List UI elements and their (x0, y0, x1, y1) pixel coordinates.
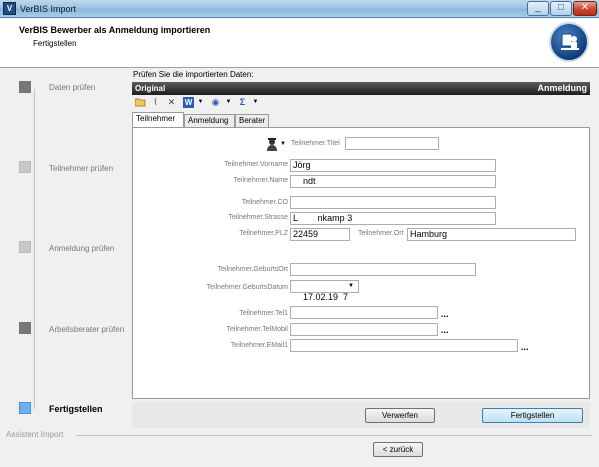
original-section-bar: Original Anmeldung (132, 82, 590, 95)
wizard-header: VerBIS Bewerber als Anmeldung importiere… (0, 19, 599, 68)
gender-selector[interactable]: ▼ (266, 138, 288, 152)
geburtsdatum-value: 17.02.19 7 (303, 292, 349, 302)
strasse-label: Teilnehmer.Strasse (228, 214, 288, 221)
name-field[interactable]: ndt (290, 175, 496, 188)
tel1-field[interactable] (290, 306, 438, 319)
geburtsort-field[interactable] (290, 263, 476, 276)
titel-field[interactable] (345, 137, 439, 150)
telmobil-more-button[interactable]: ... (441, 325, 449, 335)
header-subtitle: Fertigstellen (33, 39, 77, 48)
app-icon: V (3, 2, 16, 15)
close-button[interactable]: ✕ (573, 1, 597, 16)
folder-open-icon[interactable] (134, 97, 146, 108)
discard-button[interactable]: Verwerfen (365, 408, 435, 423)
header-title: VerBIS Bewerber als Anmeldung importiere… (19, 25, 211, 35)
minimize-button[interactable]: _ (527, 1, 549, 16)
word-icon[interactable]: W (183, 97, 194, 108)
maximize-button[interactable]: □ (550, 1, 572, 16)
email1-field[interactable] (290, 339, 518, 352)
toolbar: ⌇ ✕ W ▼ ◉ ▼ Σ ▼ (132, 96, 590, 110)
geburtsdatum-field[interactable]: 17.02.19 7 ▼ (290, 280, 359, 302)
finish-button[interactable]: Fertigstellen (482, 408, 583, 423)
vorname-field[interactable]: Jörg (290, 159, 496, 172)
step-marker-2 (19, 161, 31, 173)
paperclip-icon[interactable]: ⌇ (150, 97, 161, 108)
step-label-anmeldung: Anmeldung prüfen (49, 244, 115, 253)
tab-anmeldung[interactable]: Anmeldung (184, 114, 235, 127)
ort-field[interactable]: Hamburg (407, 228, 576, 241)
original-label: Original (135, 84, 166, 93)
person-at-desk-icon (549, 22, 589, 62)
name-label: Teilnehmer.Name (233, 177, 288, 184)
step-navigator: Daten prüfen Teilnehmer prüfen Anmeldung… (0, 69, 128, 429)
date-dropdown-icon[interactable]: ▼ (348, 281, 354, 292)
tab-teilnehmer[interactable]: Teilnehmer (132, 112, 184, 128)
globe-dropdown-icon[interactable]: ▼ (223, 97, 234, 108)
person-icon (267, 138, 277, 151)
assistant-group-label: Assistent Import (6, 430, 64, 439)
action-bar: Verwerfen Fertigstellen (132, 402, 590, 428)
geburtsdatum-label: Teilnehmer.GeburtsDatum (206, 284, 288, 291)
vorname-label: Teilnehmer.Vorname (224, 161, 288, 168)
step-marker-4 (19, 322, 31, 334)
telmobil-label: Teilnehmer.TelMobil (226, 326, 288, 333)
divider (76, 435, 592, 436)
telmobil-field[interactable] (290, 323, 438, 336)
step-label-daten: Daten prüfen (49, 83, 96, 92)
ort-label: Teilnehmer.Ort (358, 230, 404, 237)
step-connector-line (33, 89, 35, 409)
back-button[interactable]: < zurück (373, 442, 423, 457)
tel1-more-button[interactable]: ... (441, 309, 449, 319)
teilnehmer-form: ▼ Teilnehmer.Titel Teilnehmer.Vorname Jö… (132, 127, 590, 399)
plz-field[interactable]: 22459 (290, 228, 350, 241)
step-marker-1 (19, 81, 31, 93)
email1-more-button[interactable]: ... (521, 342, 529, 352)
step-label-teilnehmer: Teilnehmer prüfen (49, 164, 114, 173)
globe-icon[interactable]: ◉ (210, 97, 221, 108)
step-marker-3 (19, 241, 31, 253)
co-label: Teilnehmer.CO (241, 199, 288, 206)
main-heading: Prüfen Sie die importierten Daten: (133, 70, 254, 79)
strasse-field[interactable]: L nkamp 3 (290, 212, 496, 225)
step-marker-5 (19, 402, 31, 414)
delete-icon[interactable]: ✕ (166, 97, 177, 108)
sum-icon[interactable]: Σ (237, 97, 248, 108)
titel-label: Teilnehmer.Titel (291, 140, 340, 147)
geburtsort-label: Teilnehmer.GeburtsOrt (217, 266, 288, 273)
tel1-label: Teilnehmer.Tel1 (239, 310, 288, 317)
step-label-arbeitsberater: Arbeitsberater prüfen (49, 325, 125, 334)
window-title: VerBIS Import (20, 4, 77, 14)
title-bar: V VerBIS Import _ □ ✕ (0, 0, 599, 18)
chevron-down-icon: ▼ (280, 141, 286, 147)
word-dropdown-icon[interactable]: ▼ (195, 97, 206, 108)
plz-label: Teilnehmer.PLZ (239, 230, 288, 237)
co-field[interactable] (290, 196, 496, 209)
email1-label: Teilnehmer.EMail1 (230, 342, 288, 349)
tab-berater[interactable]: Berater (235, 114, 269, 127)
section-label: Anmeldung (537, 83, 588, 93)
step-label-fertigstellen: Fertigstellen (49, 404, 103, 414)
sum-dropdown-icon[interactable]: ▼ (250, 97, 261, 108)
